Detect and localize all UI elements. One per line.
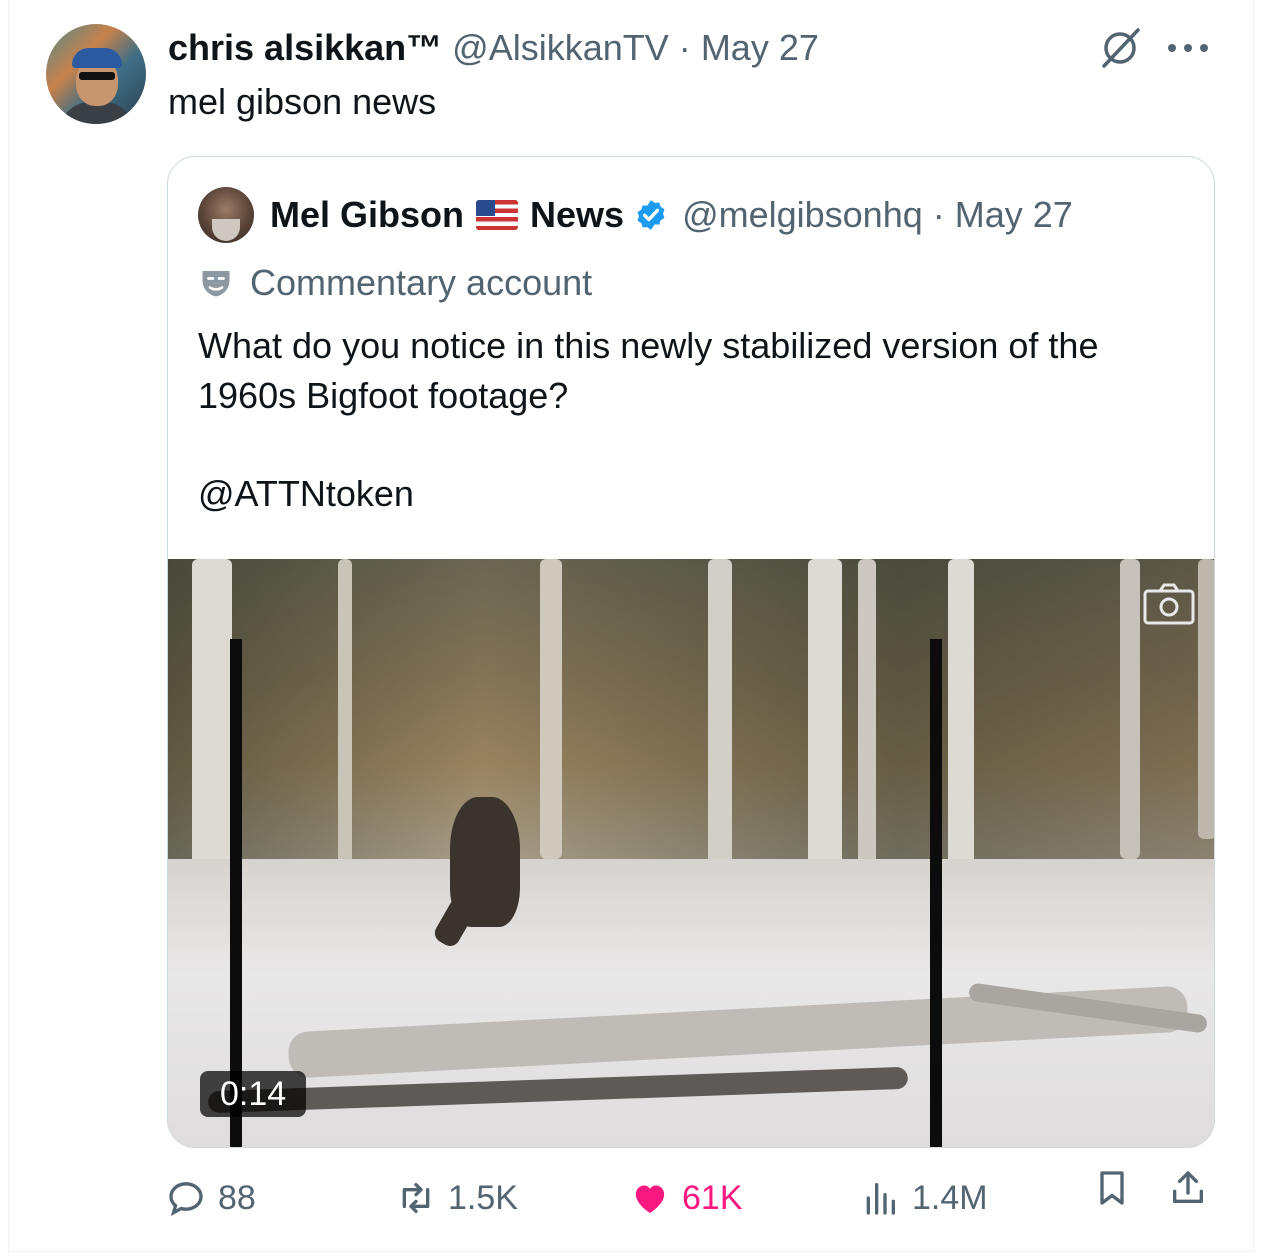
grok-icon[interactable]	[1098, 26, 1142, 70]
video-player[interactable]: 0:14	[168, 559, 1214, 1147]
avatar[interactable]	[46, 24, 146, 124]
commentary-text: Commentary account	[250, 262, 593, 303]
quoted-text: What do you notice in this newly stabili…	[198, 325, 1099, 416]
author-handle[interactable]: @AlsikkanTV	[452, 27, 669, 68]
camera-icon	[1143, 583, 1195, 625]
views-button[interactable]: 1.4M	[860, 1168, 988, 1228]
commentary-label: Commentary account	[198, 261, 592, 305]
action-bar: 88 1.5K 61K 1.4M	[0, 1168, 1276, 1228]
quoted-avatar[interactable]	[198, 187, 254, 243]
like-count: 61K	[682, 1179, 743, 1217]
quoted-tweet[interactable]: Mel Gibson News @melgibsonhq · May 27 Co…	[167, 156, 1215, 1148]
repost-icon	[402, 1183, 430, 1213]
like-button[interactable]: 61K	[630, 1168, 743, 1228]
reply-icon	[169, 1182, 203, 1217]
separator: ·	[932, 194, 945, 235]
quoted-date[interactable]: May 27	[955, 193, 1073, 237]
bookmark-button[interactable]	[1092, 1168, 1144, 1208]
tweet-date[interactable]: May 27	[701, 27, 819, 68]
quoted-mention[interactable]: @ATTNtoken	[198, 469, 414, 519]
quoted-name-part1[interactable]: Mel Gibson	[270, 193, 464, 237]
author-name[interactable]: chris alsikkan™	[168, 27, 442, 68]
quoted-header: Mel Gibson News @melgibsonhq · May 27	[270, 193, 1073, 237]
tweet-header: chris alsikkan™ @AlsikkanTV · May 27	[168, 26, 819, 70]
quoted-name-part2[interactable]: News	[530, 193, 624, 237]
verified-badge-icon	[637, 200, 665, 230]
bookmark-icon	[1100, 1171, 1124, 1205]
quoted-handle[interactable]: @melgibsonhq	[682, 193, 923, 237]
views-count: 1.4M	[912, 1179, 988, 1217]
tweet-text: mel gibson news	[168, 81, 437, 122]
flag-us-icon	[476, 200, 519, 230]
share-icon	[1173, 1171, 1203, 1203]
repost-count: 1.5K	[448, 1179, 518, 1217]
video-duration: 0:14	[200, 1071, 307, 1117]
commentary-mask-icon	[202, 271, 230, 297]
separator: ·	[678, 27, 691, 68]
share-button[interactable]	[1168, 1168, 1220, 1208]
like-icon	[635, 1185, 665, 1213]
more-icon[interactable]	[1166, 40, 1210, 56]
reply-button[interactable]: 88	[166, 1168, 256, 1228]
views-icon	[866, 1183, 895, 1215]
repost-button[interactable]: 1.5K	[396, 1168, 518, 1228]
reply-count: 88	[218, 1179, 256, 1217]
